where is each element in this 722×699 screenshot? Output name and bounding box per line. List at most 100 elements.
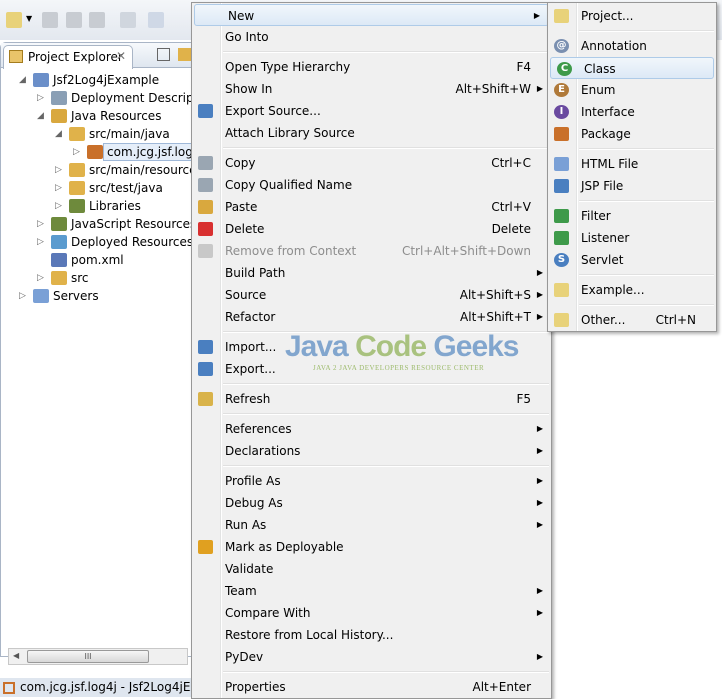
- menu-item-html-file[interactable]: HTML File: [548, 153, 716, 175]
- collapsed-arrow-icon[interactable]: ▷: [55, 161, 65, 179]
- menu-separator: [192, 328, 551, 336]
- menu-item-import[interactable]: Import...: [192, 336, 551, 358]
- menu-item-profile-as[interactable]: Profile As ▶: [192, 470, 551, 492]
- menu-item-label: HTML File: [581, 157, 639, 171]
- submenu-arrow-icon: ▶: [536, 424, 543, 433]
- submenu-arrow-icon: ▶: [536, 290, 543, 299]
- interface-icon: I: [554, 105, 569, 119]
- menu-item-source[interactable]: Source Alt+Shift+S ▶: [192, 284, 551, 306]
- menu-separator: [192, 462, 551, 470]
- close-icon[interactable]: ✕: [116, 49, 126, 63]
- menu-item-attach-library-source[interactable]: Attach Library Source: [192, 122, 551, 144]
- link-with-editor-icon[interactable]: [178, 48, 192, 61]
- menu-item-build-path[interactable]: Build Path ▶: [192, 262, 551, 284]
- menu-item-shortcut: Delete: [491, 222, 531, 236]
- menu-item-shortcut: Alt+Enter: [472, 680, 531, 694]
- delete-icon: [198, 222, 213, 236]
- collapsed-arrow-icon[interactable]: ▷: [37, 269, 47, 287]
- menu-item-go-into[interactable]: Go Into: [192, 26, 551, 48]
- menu-item-new[interactable]: New ▶: [194, 4, 549, 26]
- menu-item-enum[interactable]: E Enum: [548, 79, 716, 101]
- menu-item-package[interactable]: Package: [548, 123, 716, 145]
- menu-separator: [192, 410, 551, 418]
- collapsed-arrow-icon[interactable]: ▷: [37, 233, 47, 251]
- menu-item-shortcut: Ctrl+N: [655, 313, 696, 327]
- status-text: com.jcg.jsf.log4j - Jsf2Log4jExample: [20, 680, 200, 694]
- menu-item-project[interactable]: Project...: [548, 5, 716, 27]
- collapsed-arrow-icon[interactable]: ▷: [37, 89, 47, 107]
- import-icon: [198, 340, 213, 354]
- menu-item-label: Mark as Deployable: [225, 540, 344, 554]
- collapsed-arrow-icon[interactable]: ▷: [19, 287, 29, 305]
- collapsed-arrow-icon[interactable]: ▷: [73, 143, 83, 161]
- menu-item-annotation[interactable]: @ Annotation: [548, 35, 716, 57]
- project-icon: [33, 73, 49, 87]
- menu-item-run-as[interactable]: Run As ▶: [192, 514, 551, 536]
- menu-item-interface[interactable]: I Interface: [548, 101, 716, 123]
- menu-item-validate[interactable]: Validate: [192, 558, 551, 580]
- horizontal-scrollbar[interactable]: ◀ III: [8, 648, 188, 665]
- menu-item-filter[interactable]: Filter: [548, 205, 716, 227]
- menu-item-compare-with[interactable]: Compare With ▶: [192, 602, 551, 624]
- menu-item-example[interactable]: Example...: [548, 279, 716, 301]
- menu-item-label: Filter: [581, 209, 611, 223]
- menu-item-delete[interactable]: Delete Delete: [192, 218, 551, 240]
- menu-item-listener[interactable]: Listener: [548, 227, 716, 249]
- menu-item-references[interactable]: References ▶: [192, 418, 551, 440]
- menu-item-paste[interactable]: Paste Ctrl+V: [192, 196, 551, 218]
- save-icon[interactable]: [42, 12, 58, 28]
- collapsed-arrow-icon[interactable]: ▷: [55, 179, 65, 197]
- menu-item-refresh[interactable]: Refresh F5: [192, 388, 551, 410]
- menu-item-copy-qualified-name[interactable]: Copy Qualified Name: [192, 174, 551, 196]
- new-wizard-icon[interactable]: [6, 12, 22, 28]
- tab-project-explorer[interactable]: Project Explorer ✕: [3, 45, 133, 69]
- menu-item-export[interactable]: Export...: [192, 358, 551, 380]
- tab-label: Project Explorer: [28, 50, 123, 64]
- menu-item-label: Open Type Hierarchy: [225, 60, 351, 74]
- menu-item-servlet[interactable]: S Servlet: [548, 249, 716, 271]
- submenu-arrow-icon: ▶: [536, 312, 543, 321]
- skip-breakpoints-icon[interactable]: [148, 12, 164, 28]
- scrollbar-thumb[interactable]: III: [27, 650, 149, 663]
- menu-separator: [548, 197, 716, 205]
- panel-tab-bar: Project Explorer ✕: [1, 43, 199, 69]
- collapse-all-icon[interactable]: [157, 48, 170, 61]
- expanded-arrow-icon[interactable]: ◢: [37, 107, 47, 125]
- menu-item-properties[interactable]: Properties Alt+Enter: [192, 676, 551, 698]
- expanded-arrow-icon[interactable]: ◢: [19, 71, 29, 89]
- menu-item-remove-from-context[interactable]: Remove from Context Ctrl+Alt+Shift+Down: [192, 240, 551, 262]
- menu-item-restore-from-local-history[interactable]: Restore from Local History...: [192, 624, 551, 646]
- collapsed-arrow-icon[interactable]: ▷: [55, 197, 65, 215]
- menu-item-label: New: [228, 9, 255, 23]
- binary-icon[interactable]: [120, 12, 136, 28]
- print-icon[interactable]: [89, 12, 105, 28]
- save-all-icon[interactable]: [66, 12, 82, 28]
- menu-item-debug-as[interactable]: Debug As ▶: [192, 492, 551, 514]
- menu-item-open-type-hierarchy[interactable]: Open Type Hierarchy F4: [192, 56, 551, 78]
- menu-item-label: JSP File: [581, 179, 624, 193]
- menu-item-export-source[interactable]: Export Source...: [192, 100, 551, 122]
- scroll-left-icon[interactable]: ◀: [13, 651, 19, 660]
- menu-item-show-in[interactable]: Show In Alt+Shift+W ▶: [192, 78, 551, 100]
- menu-separator: [192, 668, 551, 676]
- menu-item-label: Export Source...: [225, 104, 321, 118]
- menu-item-refactor[interactable]: Refactor Alt+Shift+T ▶: [192, 306, 551, 328]
- menu-item-team[interactable]: Team ▶: [192, 580, 551, 602]
- menu-item-other[interactable]: Other... Ctrl+N: [548, 309, 716, 331]
- menu-item-jsp-file[interactable]: JSP File: [548, 175, 716, 197]
- menu-item-label: Compare With: [225, 606, 311, 620]
- menu-item-label: Attach Library Source: [225, 126, 355, 140]
- menu-item-copy[interactable]: Copy Ctrl+C: [192, 152, 551, 174]
- collapsed-arrow-icon[interactable]: ▷: [37, 215, 47, 233]
- new-dropdown-arrow-icon[interactable]: ▼: [26, 14, 34, 30]
- menu-item-label: Servlet: [581, 253, 624, 267]
- java-resources-icon: [51, 109, 67, 123]
- menu-item-class[interactable]: C Class: [550, 57, 714, 79]
- submenu-arrow-icon: ▶: [536, 268, 543, 277]
- menu-item-label: Class: [584, 62, 616, 76]
- folder-icon: [33, 289, 49, 303]
- expanded-arrow-icon[interactable]: ◢: [55, 125, 65, 143]
- menu-item-mark-as-deployable[interactable]: Mark as Deployable: [192, 536, 551, 558]
- menu-item-declarations[interactable]: Declarations ▶: [192, 440, 551, 462]
- menu-item-pydev[interactable]: PyDev ▶: [192, 646, 551, 668]
